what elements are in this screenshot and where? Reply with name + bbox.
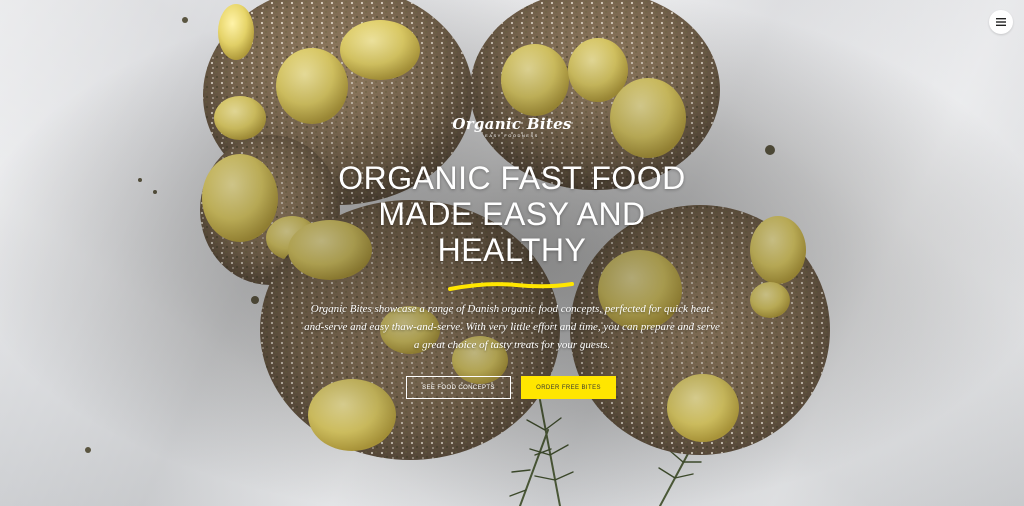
menu-button[interactable] xyxy=(989,10,1013,34)
brand-logo[interactable]: Organic Bites Easy Foodness xyxy=(0,116,1024,138)
brand-name: Organic Bites xyxy=(452,115,572,133)
see-food-concepts-button[interactable]: SEE FOOD CONCEPTS xyxy=(406,376,511,399)
hero-description: Organic Bites showcase a range of Danish… xyxy=(304,303,720,351)
order-free-bites-button[interactable]: ORDER FREE BITES xyxy=(521,376,616,399)
hamburger-menu-icon xyxy=(996,18,1006,26)
brand-tagline: Easy Foodness xyxy=(485,133,539,138)
hero-section: Organic Bites Easy Foodness ORGANIC FAST… xyxy=(0,0,1024,506)
headline-underline-swoosh xyxy=(448,282,574,291)
headline-line-2: MADE EASY AND xyxy=(378,196,646,232)
headline-line-1: ORGANIC FAST FOOD xyxy=(338,160,686,196)
headline-line-3: HEALTHY xyxy=(437,232,587,268)
hero-headline: ORGANIC FAST FOOD MADE EASY AND HEALTHY xyxy=(0,160,1024,268)
